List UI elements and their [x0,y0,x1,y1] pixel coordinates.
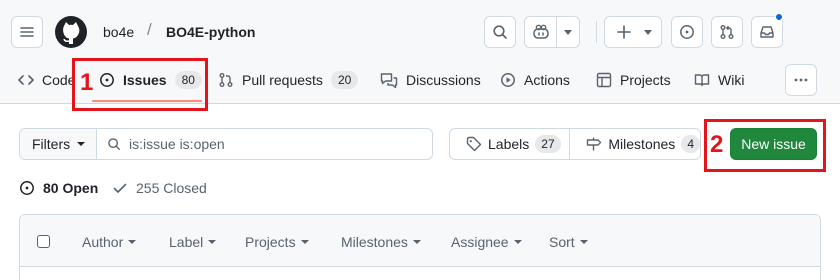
author-filter[interactable]: Author [82,233,137,251]
tab-pull-requests-label: Pull requests [242,72,323,88]
sort-label: Sort [549,234,575,250]
tab-pull-requests-count: 20 [330,71,359,89]
tab-wiki-label: Wiki [718,72,745,88]
chevron-down-icon [564,29,572,35]
issues-list: Author Label Projects Milestones Assigne… [19,214,821,280]
inbox-icon [760,26,774,38]
code-icon [18,75,34,85]
play-icon [501,73,515,87]
tab-projects-label: Projects [620,72,671,88]
your-pull-requests-button[interactable] [711,16,743,48]
chevron-down-icon [579,240,588,244]
chevron-down-icon [412,240,421,244]
annotation-number-1: 1 [80,69,94,96]
breadcrumb-separator: / [147,20,152,39]
table-icon [596,72,612,88]
pull-request-icon [219,73,233,87]
book-icon [694,74,710,87]
issue-opened-icon [680,25,694,39]
tab-actions[interactable]: Actions [500,66,570,94]
assignee-filter[interactable]: Assignee [451,233,522,251]
tab-actions-label: Actions [524,72,570,88]
labels-button[interactable]: Labels 27 [450,129,571,159]
notification-dot [775,13,783,21]
closed-issues-label: 255 Closed [136,180,207,196]
discussions-icon [380,73,398,88]
header-divider [596,21,597,43]
milestones-filter[interactable]: Milestones [341,233,421,251]
chevron-down-icon [208,240,217,244]
search-icon [493,25,507,39]
chevron-down-icon [513,240,522,244]
tab-discussions-label: Discussions [406,72,481,88]
copilot-icon [532,24,549,39]
check-icon [113,183,127,193]
milestones-count: 4 [681,135,700,153]
projects-filter-label: Projects [245,234,296,250]
closed-issues-toggle[interactable]: 255 Closed [112,179,207,197]
pull-request-icon [720,25,734,39]
annotation-number-2: 2 [710,131,724,158]
search-button[interactable] [484,16,516,48]
open-issues-toggle[interactable]: 80 Open [19,179,98,197]
breadcrumb-repo[interactable]: BO4E-python [166,23,255,41]
label-filter[interactable]: Label [169,233,217,251]
tab-pull-requests[interactable]: Pull requests 20 [218,66,359,94]
menu-icon [20,27,34,37]
milestones-filter-label: Milestones [341,234,408,250]
author-filter-label: Author [82,234,124,250]
github-logo-icon[interactable] [54,15,88,49]
label-filter-label: Label [169,234,204,250]
tag-icon [466,136,482,152]
projects-filter[interactable]: Projects [245,233,309,251]
search-input[interactable]: is:issue is:open [97,129,225,159]
tab-discussions[interactable]: Discussions [380,66,481,94]
tab-code-label: Code [42,72,76,88]
search-query: is:issue is:open [129,136,225,152]
your-issues-button[interactable] [671,16,703,48]
milestones-label: Milestones [608,136,676,152]
labels-label: Labels [488,136,530,152]
more-tabs-button[interactable] [785,64,817,96]
plus-icon [617,25,631,39]
labels-count: 27 [535,135,561,153]
filters-button[interactable]: Filters [20,129,97,159]
milestones-button[interactable]: Milestones 4 [570,129,700,159]
chevron-down-icon [300,240,309,244]
menu-button[interactable] [11,16,43,48]
copilot-button[interactable] [524,16,580,48]
breadcrumb-owner[interactable]: bo4e [103,23,134,41]
chevron-down-icon [644,29,652,35]
kebab-horizontal-icon [794,78,808,82]
open-issues-label: 80 Open [43,180,99,196]
milestone-icon [587,137,602,151]
filters-label: Filters [32,136,71,152]
issues-search-bar: Filters is:issue is:open [19,128,433,160]
tab-projects[interactable]: Projects [596,66,671,94]
tab-code[interactable]: Code [18,66,75,94]
select-all-checkbox[interactable] [37,235,50,248]
labels-milestones-group: Labels 27 Milestones 4 [449,128,701,160]
chevron-down-icon [128,240,137,244]
search-icon [108,138,120,150]
create-new-button[interactable] [604,16,662,48]
issue-opened-icon [20,181,34,195]
sort-dropdown[interactable]: Sort [549,233,588,251]
tab-wiki[interactable]: Wiki [694,66,744,94]
chevron-down-icon [77,142,86,146]
assignee-filter-label: Assignee [451,234,509,250]
issues-list-header: Author Label Projects Milestones Assigne… [20,215,820,267]
